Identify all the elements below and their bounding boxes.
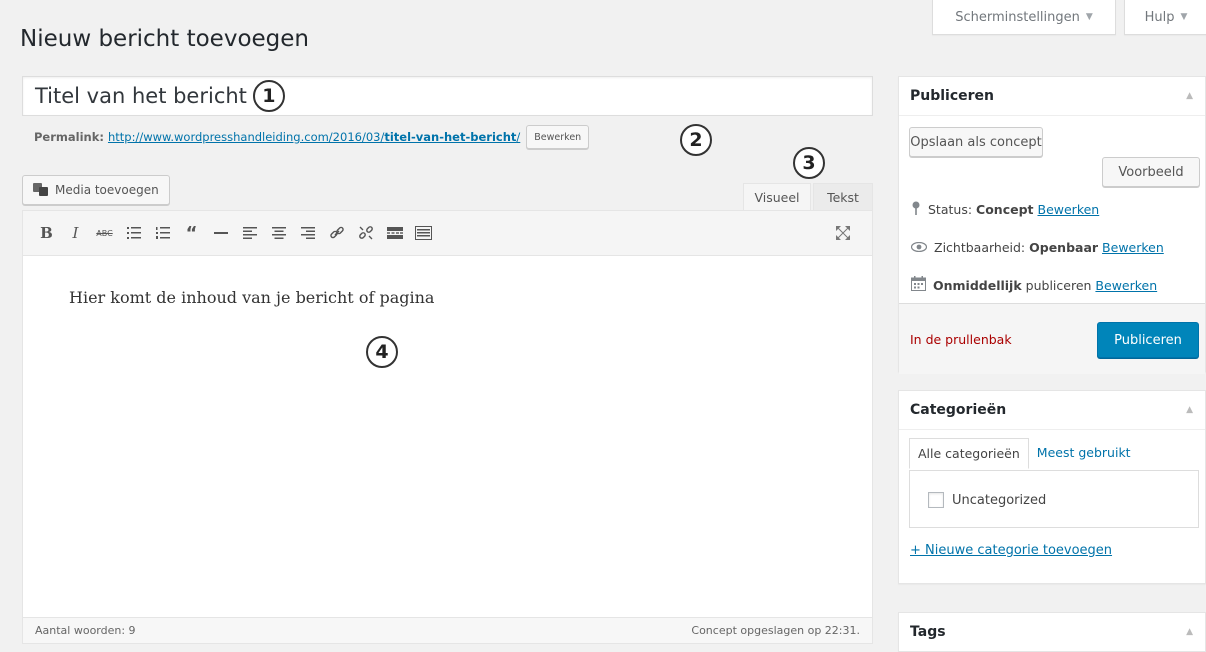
move-to-trash-link[interactable]: In de prullenbak — [910, 332, 1012, 347]
publish-box-header[interactable]: Publiceren ▲ — [899, 77, 1205, 116]
pin-icon — [911, 201, 921, 218]
align-center-icon[interactable] — [267, 221, 290, 245]
categories-box-title: Categorieën — [910, 402, 1007, 418]
chevron-down-icon: ▼ — [1180, 12, 1188, 22]
tab-all-categories[interactable]: Alle categorieën — [909, 438, 1029, 469]
collapse-toggle-icon[interactable]: ▲ — [1186, 627, 1193, 637]
toolbar-toggle-icon[interactable] — [412, 221, 435, 245]
preview-button[interactable]: Voorbeeld — [1102, 157, 1200, 187]
schedule-label: publiceren — [1025, 277, 1092, 293]
align-right-icon[interactable] — [296, 221, 319, 245]
add-media-label: Media toevoegen — [55, 183, 159, 197]
list-item[interactable]: Uncategorized — [928, 492, 1046, 508]
visibility-value: Openbaar — [1029, 240, 1099, 255]
tab-most-used[interactable]: Meest gebruikt — [1029, 438, 1139, 469]
add-media-button[interactable]: Media toevoegen — [22, 175, 170, 205]
category-checkbox[interactable] — [928, 492, 944, 508]
permalink-trailing: / — [516, 130, 521, 144]
publish-button[interactable]: Publiceren — [1097, 322, 1199, 358]
editor-statusbar: Aantal woorden: 9 Concept opgeslagen op … — [23, 617, 872, 643]
permalink-label: Permalink: — [34, 130, 104, 144]
status-value: Concept — [976, 202, 1034, 217]
permalink-row: Permalink: http://www.wordpresshandleidi… — [34, 125, 590, 149]
categories-box: Categorieën ▲ Alle categorieën Meest geb… — [898, 390, 1206, 584]
categories-box-header[interactable]: Categorieën ▲ — [899, 391, 1205, 430]
post-title-input[interactable]: Titel van het bericht 1 — [22, 76, 873, 116]
insert-link-icon[interactable] — [325, 221, 348, 245]
annotation-marker-3: 3 — [793, 147, 825, 179]
numbered-list-icon[interactable] — [151, 221, 174, 245]
italic-icon[interactable]: I — [64, 221, 87, 245]
category-tabs: Alle categorieën Meest gebruikt — [909, 438, 1139, 469]
save-draft-button[interactable]: Opslaan als concept — [909, 127, 1043, 157]
word-count: Aantal woorden: 9 — [35, 624, 136, 637]
tab-visual[interactable]: Visueel — [743, 183, 811, 211]
help-label: Hulp — [1144, 9, 1175, 25]
blockquote-icon[interactable]: “ — [180, 221, 203, 245]
horizontal-line-icon[interactable] — [209, 221, 232, 245]
permalink-edit-button[interactable]: Bewerken — [526, 125, 590, 149]
tab-text[interactable]: Tekst — [813, 183, 873, 211]
eye-icon — [910, 240, 928, 255]
annotation-marker-4: 4 — [366, 336, 398, 368]
add-category-link[interactable]: + Nieuwe categorie toevoegen — [910, 543, 1112, 558]
publish-footer: In de prullenbak Publiceren — [899, 303, 1205, 374]
annotation-marker-1: 1 — [252, 80, 285, 112]
tags-box-title: Tags — [910, 624, 946, 640]
align-left-icon[interactable] — [238, 221, 261, 245]
chevron-down-icon: ▼ — [1085, 12, 1093, 22]
status-row: Status: Concept Bewerken — [911, 201, 1099, 218]
category-list: Uncategorized — [909, 470, 1199, 528]
strikethrough-icon[interactable]: ABC — [93, 221, 116, 245]
visibility-row: Zichtbaarheid: Openbaar Bewerken — [910, 240, 1164, 255]
calendar-icon — [911, 276, 926, 294]
editor-toolbar: B I ABC “ — [23, 211, 872, 256]
editor-content[interactable]: Hier komt de inhoud van je bericht of pa… — [23, 256, 872, 307]
schedule-row: Onmiddellijk publiceren Bewerken — [911, 276, 1157, 294]
post-title-value: Titel van het bericht — [35, 84, 247, 108]
permalink-slug: titel-van-het-bericht — [384, 130, 517, 144]
status-label: Status: — [928, 202, 973, 217]
visibility-edit-link[interactable]: Bewerken — [1102, 240, 1164, 255]
tags-box: Tags ▲ — [898, 612, 1206, 652]
bullet-list-icon[interactable] — [122, 221, 145, 245]
permalink-base: http://www.wordpresshandleiding.com/2016… — [107, 130, 385, 144]
bold-icon[interactable]: B — [35, 221, 58, 245]
read-more-icon[interactable] — [383, 221, 406, 245]
schedule-edit-link[interactable]: Bewerken — [1095, 278, 1157, 293]
status-edit-link[interactable]: Bewerken — [1038, 202, 1100, 217]
media-icon — [33, 183, 49, 197]
category-label: Uncategorized — [952, 492, 1047, 508]
help-button[interactable]: Hulp ▼ — [1124, 0, 1206, 35]
publish-box: Publiceren ▲ Opslaan als concept Voorbee… — [898, 76, 1206, 374]
fullscreen-icon[interactable] — [831, 221, 854, 245]
permalink-link[interactable]: http://www.wordpresshandleiding.com/2016… — [108, 130, 520, 144]
visibility-label: Zichtbaarheid: — [934, 240, 1026, 255]
publish-box-title: Publiceren — [910, 88, 995, 104]
content-text: Hier komt de inhoud van je bericht of pa… — [69, 288, 435, 307]
page-title: Nieuw bericht toevoegen — [20, 26, 309, 52]
screen-options-button[interactable]: Scherminstellingen ▼ — [932, 0, 1116, 35]
collapse-toggle-icon[interactable]: ▲ — [1186, 91, 1193, 101]
post-editor: B I ABC “ Hier komt de inhoud van je ber… — [22, 210, 873, 644]
collapse-toggle-icon[interactable]: ▲ — [1186, 405, 1193, 415]
tags-box-header[interactable]: Tags ▲ — [899, 613, 1205, 651]
annotation-marker-2: 2 — [680, 124, 712, 156]
remove-link-icon[interactable] — [354, 221, 377, 245]
schedule-value: Onmiddellijk — [933, 277, 1022, 293]
autosave-status: Concept opgeslagen op 22:31. — [691, 624, 860, 637]
screen-options-label: Scherminstellingen — [955, 9, 1080, 25]
